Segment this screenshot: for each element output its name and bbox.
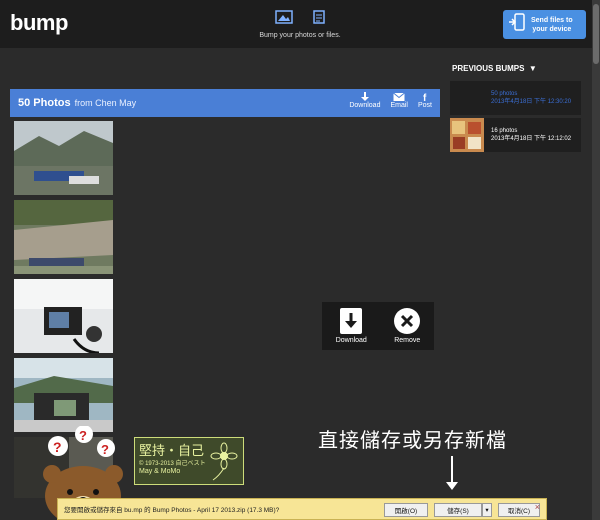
close-icon	[394, 308, 421, 334]
stamp-line-2: © 1973-2013 自己ベスト	[139, 461, 206, 467]
svg-text:?: ?	[101, 442, 109, 457]
previous-bumps-label: PREVIOUS BUMPS	[452, 64, 525, 73]
previous-bump-count: 16 photos	[491, 128, 518, 134]
svg-text:?: ?	[53, 439, 62, 455]
previous-bump-count: 50 photos	[491, 91, 518, 97]
upload-caption: Bump your photos or files.	[259, 32, 341, 39]
scrollbar-thumb[interactable]	[593, 4, 599, 64]
photo-camera-landscape[interactable]	[14, 358, 113, 432]
close-icon[interactable]: ×	[535, 502, 540, 512]
album-post-button[interactable]: f Post	[418, 92, 432, 109]
album-sender: from Chen May	[74, 98, 137, 108]
annotation-arrow-head	[446, 482, 458, 490]
photo-camera-window[interactable]	[14, 279, 113, 353]
overlay-download-button[interactable]: Download	[336, 308, 367, 344]
save-options-dropdown[interactable]: ▾	[482, 503, 492, 517]
top-bar: bump Bump your photos or files. Send fil…	[0, 0, 600, 48]
facebook-icon: f	[423, 93, 427, 102]
photo-riverbed[interactable]	[14, 200, 113, 274]
save-button[interactable]: 儲存(S)	[434, 503, 482, 517]
svg-text:?: ?	[79, 428, 87, 443]
previous-bump-thumbnail	[450, 118, 484, 152]
previous-bump-item[interactable]: 16 photos 2013年4月18日 下午 12:12:02	[450, 118, 581, 152]
svg-text:f: f	[423, 93, 427, 102]
open-button[interactable]: 開啟(O)	[384, 503, 428, 517]
previous-bumps-heading[interactable]: PREVIOUS BUMPS ▼	[452, 64, 537, 73]
photo-icon[interactable]	[275, 10, 293, 29]
album-download-label: Download	[349, 102, 381, 109]
photo-mountain-town[interactable]	[14, 121, 113, 195]
download-prompt-bar: 您要開啟或儲存來自 bu.mp 的 Bump Photos - April 17…	[57, 498, 547, 520]
watermark-stamp: 堅持・自己 © 1973-2013 自己ベスト May & MoMo	[134, 437, 244, 485]
overlay-download-label: Download	[335, 337, 367, 344]
overlay-remove-button[interactable]: Remove	[394, 308, 420, 344]
cancel-button[interactable]: 取消(C)	[498, 503, 540, 517]
overlay-remove-label: Remove	[394, 337, 421, 344]
previous-bump-thumbnail	[450, 81, 484, 115]
previous-bump-date: 2013年4月18日 下午 12:30:20	[491, 99, 572, 105]
previous-bump-date: 2013年4月18日 下午 12:12:02	[491, 136, 572, 142]
stamp-line-3: May & MoMo	[139, 468, 181, 475]
send-files-button[interactable]: Send files to your device	[503, 10, 586, 39]
flower-icon	[210, 442, 238, 481]
album-header: 50 Photos from Chen May Download Email f…	[10, 89, 440, 117]
photo-action-overlay: Download Remove	[322, 302, 434, 350]
send-files-label-2: your device	[532, 25, 572, 33]
album-title: 50 Photos	[18, 97, 71, 109]
album-download-button[interactable]: Download	[349, 92, 380, 109]
send-files-label-1: Send files to	[531, 16, 573, 24]
file-icon[interactable]	[313, 10, 325, 29]
bump-logo[interactable]: bump	[10, 10, 68, 36]
chevron-down-icon: ▼	[526, 64, 537, 73]
page-scrollbar[interactable]	[592, 0, 600, 520]
phone-transfer-icon	[509, 13, 525, 36]
email-icon	[393, 92, 406, 101]
stamp-line-1: 堅持・自己	[139, 444, 205, 459]
album-email-button[interactable]: Email	[390, 92, 408, 109]
download-icon	[340, 308, 363, 334]
bump-upload-area[interactable]: Bump your photos or files.	[240, 10, 360, 39]
album-email-label: Email	[390, 102, 408, 109]
album-post-label: Post	[417, 102, 432, 109]
previous-bump-item[interactable]: 50 photos 2013年4月18日 下午 12:30:20	[450, 81, 581, 115]
download-prompt-message: 您要開啟或儲存來自 bu.mp 的 Bump Photos - April 17…	[64, 507, 280, 514]
chevron-down-icon: ▾	[485, 507, 489, 514]
annotation-text: 直接儲存或另存新檔	[318, 428, 507, 452]
download-icon	[360, 92, 369, 101]
